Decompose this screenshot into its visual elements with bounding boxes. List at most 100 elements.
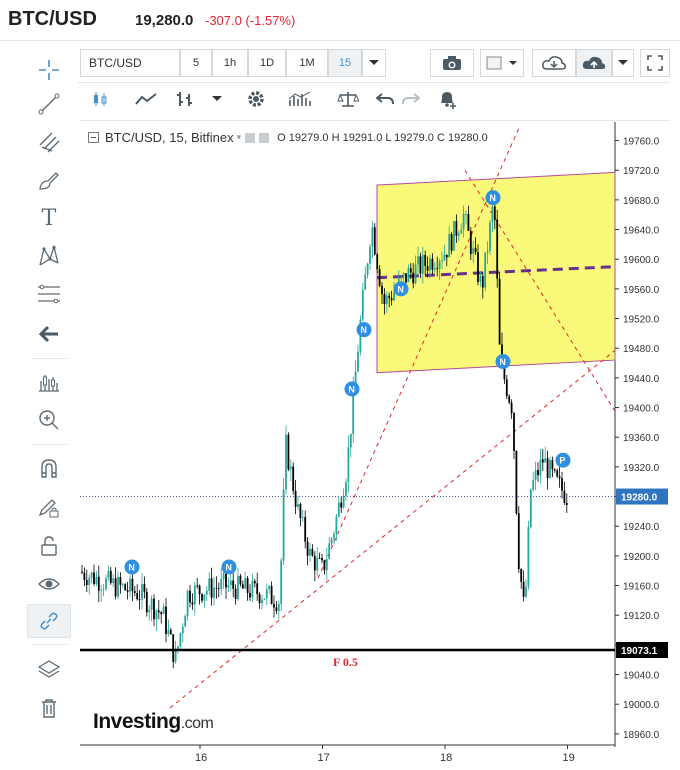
candle-body xyxy=(239,575,242,585)
candle-body xyxy=(294,490,297,507)
candle-body xyxy=(325,558,328,571)
candle-body xyxy=(107,570,110,578)
candle-body xyxy=(174,650,177,662)
candle-body xyxy=(277,603,280,611)
candle-body xyxy=(280,560,283,604)
candle-body xyxy=(138,599,141,600)
candle-body xyxy=(443,254,446,261)
candle-body xyxy=(361,289,364,320)
candle-body xyxy=(165,606,167,634)
candle-body xyxy=(93,572,95,585)
candle-body xyxy=(263,598,266,600)
candle-body xyxy=(479,275,482,282)
candle-body xyxy=(349,433,352,448)
candle-body xyxy=(213,587,215,598)
candle-body xyxy=(457,233,460,236)
candle-body xyxy=(191,602,194,605)
candle-body xyxy=(553,469,556,471)
candle-body xyxy=(256,583,259,595)
candle-body xyxy=(455,221,458,236)
candle-body xyxy=(114,578,117,597)
candle-body xyxy=(102,589,105,590)
candle-body xyxy=(477,252,479,282)
candle-body xyxy=(119,576,122,585)
candle-body xyxy=(131,578,134,592)
y-tick-label: 19720.0 xyxy=(623,166,660,177)
candle-body xyxy=(292,466,295,491)
candle-body xyxy=(282,489,285,561)
candle-body xyxy=(450,234,453,251)
candle-body xyxy=(117,576,119,597)
candle-body xyxy=(489,222,491,252)
x-tick-label: 18 xyxy=(440,752,452,764)
candle-body xyxy=(333,533,335,539)
candle-body xyxy=(249,593,251,598)
candle-body xyxy=(493,206,496,220)
y-tick-label: 19120.0 xyxy=(623,611,660,622)
event-marker-label: N xyxy=(348,385,355,395)
y-tick-label: 19560.0 xyxy=(623,285,660,296)
close-square-icon[interactable] xyxy=(259,132,270,143)
candle-body xyxy=(527,527,530,587)
candle-body xyxy=(388,295,391,298)
candle-body xyxy=(525,586,527,597)
y-tick-label: 19760.0 xyxy=(623,137,660,148)
candle-body xyxy=(141,584,143,600)
event-marker-label: N xyxy=(128,563,135,573)
candle-body xyxy=(328,543,331,559)
candle-body xyxy=(313,555,316,571)
y-tick-label: 19520.0 xyxy=(623,315,660,326)
candle-body xyxy=(541,459,544,463)
candle-body xyxy=(496,219,499,279)
candle-body xyxy=(445,254,448,258)
candle-body xyxy=(421,254,424,274)
chevron-down-icon[interactable]: ▾ xyxy=(237,132,242,143)
candle-body xyxy=(337,502,340,517)
candle-body xyxy=(100,589,103,591)
candle-body xyxy=(407,268,410,283)
x-tick-label: 16 xyxy=(195,752,207,764)
candle-body xyxy=(208,578,211,591)
candle-body xyxy=(285,434,287,490)
candle-body xyxy=(270,586,273,605)
price-chart[interactable]: 19760.0 19720.0 19680.0 19640.0 19600.0 19560… xyxy=(0,0,680,770)
y-tick-label: 19600.0 xyxy=(623,255,660,266)
candle-body xyxy=(318,557,321,559)
candle-body xyxy=(522,581,525,597)
candle-body xyxy=(90,572,93,578)
candle-body xyxy=(376,254,379,270)
y-tick-label: 19400.0 xyxy=(623,404,660,415)
candle-body xyxy=(517,513,520,569)
candle-body xyxy=(385,295,388,304)
x-tick-label: 19 xyxy=(563,752,575,764)
candle-body xyxy=(193,585,196,605)
candle-body xyxy=(551,459,554,470)
fib-price-label: 19073.1 xyxy=(621,646,658,657)
candle-body xyxy=(484,252,487,288)
candle-body xyxy=(162,606,165,615)
candle-body xyxy=(438,261,441,270)
y-tick-label: 19240.0 xyxy=(623,522,660,533)
candle-body xyxy=(515,450,518,514)
candle-body xyxy=(558,476,561,479)
candle-body xyxy=(520,568,523,582)
candle-body xyxy=(383,294,386,304)
candle-body xyxy=(83,572,86,580)
candle-body xyxy=(301,517,304,518)
candle-body xyxy=(508,396,511,403)
candle-body xyxy=(304,517,307,542)
candle-body xyxy=(433,268,436,270)
settings-square-icon[interactable] xyxy=(245,132,256,143)
candle-body xyxy=(268,586,271,590)
collapse-icon[interactable] xyxy=(88,132,99,143)
candle-body xyxy=(316,557,319,571)
candle-body xyxy=(513,413,515,451)
candle-body xyxy=(167,629,170,634)
candle-body xyxy=(217,588,220,590)
candle-body xyxy=(532,479,535,490)
candle-body xyxy=(321,558,323,561)
candle-body xyxy=(121,584,124,586)
candle-body xyxy=(465,213,467,215)
candle-body xyxy=(400,276,403,279)
candle-body xyxy=(136,593,139,600)
